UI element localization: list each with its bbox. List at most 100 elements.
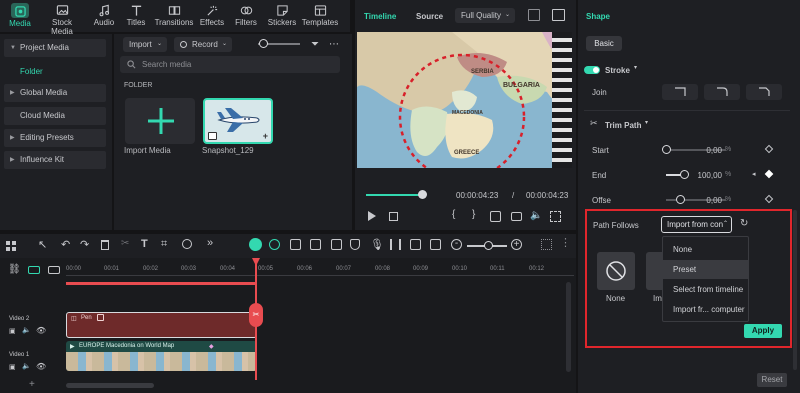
snapshot-image-icon[interactable] — [552, 9, 565, 21]
menu-item-import-from-computer[interactable]: Import fr... computer — [663, 300, 748, 319]
menu-item-preset[interactable]: Preset — [663, 260, 748, 279]
horizontal-scrollbar[interactable] — [66, 383, 154, 388]
timeline-grid-icon[interactable] — [541, 239, 552, 250]
tab-stock-media[interactable]: Stock Media — [40, 2, 84, 36]
undo-icon[interactable]: ↶ — [61, 238, 70, 251]
record-dropdown[interactable]: Record ⌄ — [174, 37, 232, 52]
search-input[interactable]: Search media — [120, 56, 340, 73]
fullscreen-icon[interactable] — [550, 211, 561, 222]
sidebar-item-global-media[interactable]: ▶ Global Media — [4, 84, 106, 102]
path-follows-dropdown[interactable]: Import from con ⌃ — [661, 216, 732, 233]
speed-icon[interactable] — [182, 239, 192, 249]
track-visibility-icon[interactable]: 👁 — [36, 362, 46, 371]
offset-slider-knob[interactable] — [676, 195, 685, 204]
start-value[interactable]: 0,00 — [690, 146, 722, 155]
layout-grid-icon[interactable] — [6, 241, 16, 251]
playback-progress[interactable] — [366, 194, 422, 196]
crop-icon[interactable]: ⌗ — [161, 238, 167, 251]
snap-icon[interactable] — [269, 239, 280, 250]
add-track-plus-icon[interactable]: + — [29, 379, 35, 390]
select-cursor-icon[interactable]: ↖ — [38, 238, 47, 251]
import-media-tile[interactable] — [125, 98, 195, 144]
end-value[interactable]: 100,00 — [690, 171, 722, 180]
tab-titles[interactable]: Titles — [116, 2, 156, 27]
audio-mixer-icon[interactable] — [390, 239, 401, 250]
snapshot-thumbnail[interactable]: + — [203, 98, 273, 144]
voiceover-icon[interactable] — [410, 239, 421, 250]
work-area-bar[interactable] — [66, 282, 256, 285]
stop-icon[interactable] — [389, 212, 398, 221]
menu-item-select-from-timeline[interactable]: Select from timeline — [663, 280, 748, 299]
tab-source[interactable]: Source — [416, 12, 443, 21]
sidebar-item-cloud-media[interactable]: Cloud Media — [4, 107, 106, 125]
tab-basic[interactable]: Basic — [586, 36, 622, 51]
tab-transitions[interactable]: Transitions — [154, 2, 194, 27]
cut-icon[interactable]: ✂ — [121, 238, 129, 249]
ai-tool-icon[interactable] — [249, 238, 262, 251]
zoom-in-icon[interactable]: + — [511, 239, 522, 250]
camera-icon[interactable] — [511, 212, 522, 221]
join-bevel-button[interactable] — [746, 84, 782, 100]
redo-icon[interactable]: ↷ — [80, 238, 89, 251]
keyframe-panel-icon[interactable] — [310, 239, 321, 250]
track-volume-icon[interactable]: 🔈 — [22, 362, 31, 370]
track-video-icon[interactable]: ▣ — [9, 327, 16, 335]
video-preview[interactable]: SERBIA BULGARIA MACEDONIA GREECE — [357, 32, 572, 168]
mark-out-icon[interactable]: } — [472, 209, 475, 220]
timeline-zoom-knob[interactable] — [484, 241, 493, 250]
sidebar-item-influence-kit[interactable]: ▶ Influence Kit — [4, 151, 106, 169]
tab-filters[interactable]: Filters — [226, 2, 266, 27]
tab-templates[interactable]: Templates — [299, 2, 341, 27]
add-to-timeline-icon[interactable]: + — [263, 131, 268, 141]
menu-item-none[interactable]: None — [663, 240, 748, 259]
track-toggle-icon[interactable] — [28, 266, 40, 274]
add-track-icon[interactable] — [48, 266, 60, 274]
link-icon[interactable]: ⛓ — [8, 264, 21, 275]
play-icon[interactable] — [368, 211, 376, 221]
track-video-icon[interactable]: ▣ — [9, 363, 16, 371]
stroke-toggle[interactable] — [584, 66, 600, 74]
sidebar-item-folder[interactable]: Folder — [20, 67, 43, 76]
sidebar-item-editing-presets[interactable]: ▶ Editing Presets — [4, 129, 106, 147]
more-tools-icon[interactable]: » — [207, 237, 213, 249]
start-slider-knob[interactable] — [662, 145, 671, 154]
split-icon[interactable]: ✂ — [249, 303, 263, 327]
zoom-slider-knob[interactable] — [259, 39, 268, 48]
chevron-down-icon[interactable]: ▾ — [634, 64, 637, 71]
reset-path-icon[interactable]: ↻ — [740, 218, 748, 229]
sidebar-item-project-media[interactable]: ▼ Project Media — [4, 39, 106, 57]
offset-value[interactable]: 0,00 — [690, 196, 722, 205]
text-tool-icon[interactable]: T — [141, 238, 148, 250]
tab-timeline[interactable]: Timeline — [364, 12, 396, 21]
display-icon[interactable] — [490, 211, 501, 222]
pip-icon[interactable] — [430, 239, 441, 250]
shield-icon[interactable] — [350, 239, 360, 250]
reset-button[interactable]: Reset — [757, 373, 787, 387]
clip-pen[interactable]: ◫ Pen — [66, 312, 257, 338]
volume-icon[interactable]: 🔈 — [530, 210, 542, 221]
apply-button[interactable]: Apply — [744, 324, 782, 338]
more-options-icon[interactable]: ⋯ — [327, 37, 341, 51]
delete-icon[interactable] — [101, 240, 109, 250]
mark-in-icon[interactable]: { — [452, 209, 455, 220]
end-slider-knob[interactable] — [680, 170, 689, 179]
filter-icon[interactable]: ⏷ — [309, 37, 321, 51]
import-dropdown[interactable]: Import ⌄ — [123, 37, 167, 52]
vertical-scrollbar[interactable] — [566, 282, 571, 372]
track-visibility-icon[interactable]: 👁 — [36, 326, 46, 335]
zoom-out-icon[interactable]: - — [451, 239, 462, 250]
playback-knob[interactable] — [418, 190, 427, 199]
properties-scrollbar[interactable] — [793, 210, 797, 370]
timeline-options-icon[interactable]: ⋮ — [560, 236, 571, 249]
marker-icon[interactable] — [290, 239, 301, 250]
microphone-icon[interactable]: 🎙 — [370, 238, 384, 251]
quality-dropdown[interactable]: Full Quality ⌄ — [455, 8, 515, 23]
track-volume-icon[interactable]: 🔈 — [22, 326, 31, 334]
tab-stickers[interactable]: Stickers — [262, 2, 302, 27]
render-icon[interactable] — [331, 239, 342, 250]
grid-view-icon[interactable] — [528, 9, 540, 21]
keyframe-prev-icon[interactable]: ◂ — [752, 170, 756, 178]
tab-media[interactable]: Media — [0, 2, 40, 28]
chevron-down-icon[interactable]: ▾ — [645, 119, 648, 126]
join-round-button[interactable] — [704, 84, 740, 100]
